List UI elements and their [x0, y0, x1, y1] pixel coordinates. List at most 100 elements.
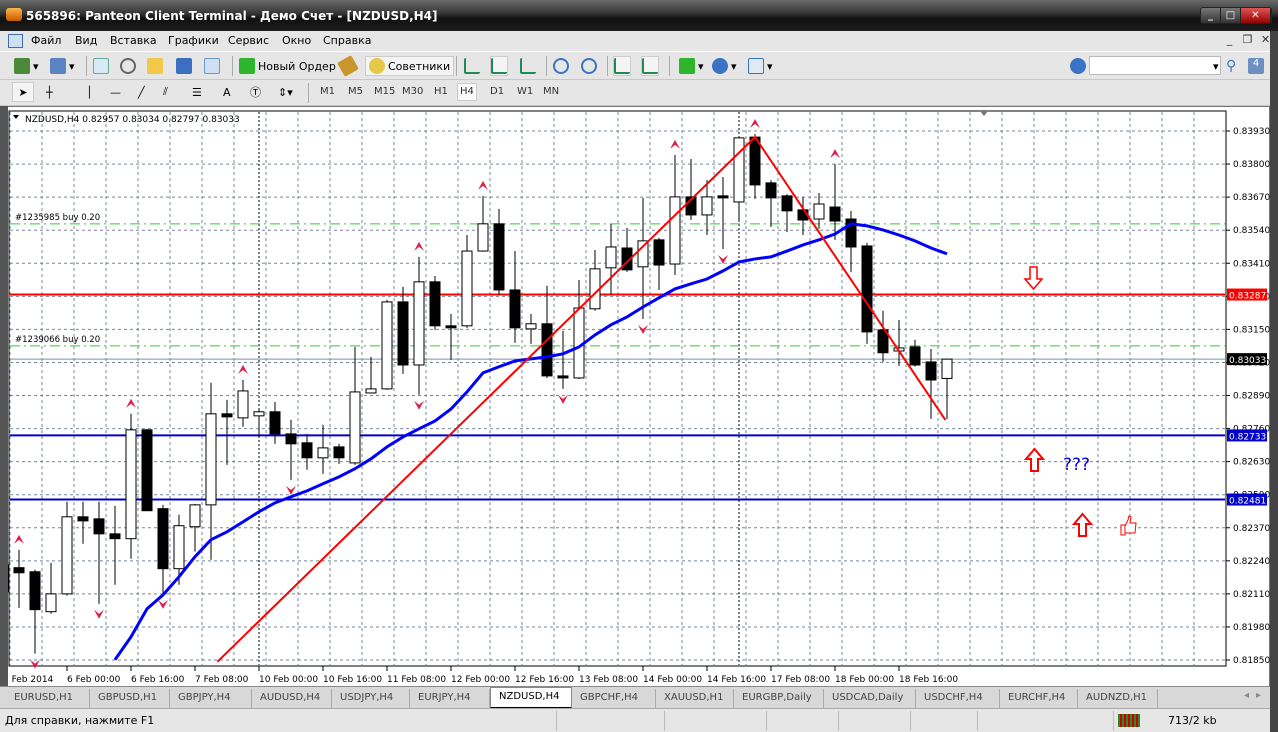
tab-eurusd-h1[interactable]: EURUSD,H1 [6, 689, 90, 708]
time-label: 10 Feb 00:00 [259, 675, 318, 685]
tab-xauusd-h1[interactable]: XAUUSD,H1 [656, 689, 734, 708]
tab-eurjpy-h4[interactable]: EURJPY,H4 [410, 689, 490, 708]
status-help-text: Для справки, нажмите F1 [5, 714, 155, 727]
horizontal-line-tool[interactable]: — [110, 82, 121, 102]
timeframe-m1[interactable]: M1 [320, 86, 335, 97]
close-button[interactable]: ✕ [1241, 8, 1271, 23]
menu-view[interactable]: Вид [75, 34, 97, 47]
time-label: 6 Feb 00:00 [67, 675, 121, 685]
candle-bearish [77, 516, 89, 522]
tab-usdcad-daily[interactable]: USDCAD,Daily [824, 689, 916, 708]
current-price-label: 0.83033 [1229, 356, 1266, 366]
tab-audnzd-h1[interactable]: AUDNZD,H1 [1078, 689, 1158, 708]
terminal-button[interactable] [176, 56, 192, 76]
strategy-tester-button[interactable] [204, 56, 220, 76]
menu-insert[interactable]: Вставка [110, 34, 157, 47]
tab-gbpchf-h4[interactable]: GBPCHF,H4 [572, 689, 656, 708]
cursor-tool[interactable]: ➤ [12, 82, 34, 102]
candlestick-chart-button[interactable] [490, 56, 508, 76]
candle-bearish [109, 533, 121, 540]
timeframe-d1[interactable]: D1 [490, 86, 504, 97]
new-chart-button[interactable]: ▾ [14, 56, 39, 76]
new-order-button[interactable]: Новый Ордер [239, 56, 336, 76]
advisors-label: Советники [388, 59, 451, 73]
tab-usdchf-h4[interactable]: USDCHF,H4 [916, 689, 1000, 708]
tab-audusd-h4[interactable]: AUDUSD,H4 [252, 689, 332, 708]
price-tick-label: 0.81980 [1233, 623, 1270, 633]
timeframe-m30[interactable]: M30 [402, 86, 423, 97]
mdi-restore-button[interactable]: ❐ [1240, 33, 1255, 48]
candle-bullish [381, 301, 393, 390]
tab-nzdusd-h4[interactable]: NZDUSD,H4 [490, 687, 572, 709]
menu-window[interactable]: Окно [282, 34, 311, 47]
auto-scroll-button[interactable] [613, 56, 631, 76]
periods-button[interactable]: ▾ [712, 56, 737, 76]
trendline-tool[interactable]: ╱ [138, 82, 145, 102]
window-title: 565896: Panteon Client Terminal - Демо С… [26, 9, 438, 23]
price-tick-label: 0.83930 [1233, 127, 1270, 137]
metaeditor-button[interactable] [337, 55, 359, 77]
candle-bullish [477, 223, 489, 252]
crosshair-tool[interactable]: ┼ [46, 82, 53, 102]
mdi-minimize-button[interactable]: _ [1222, 33, 1237, 48]
text-label-tool[interactable]: Ⓣ [250, 82, 261, 102]
search-dropdown[interactable]: ▾ [1213, 56, 1219, 76]
menu-charts[interactable]: Графики [168, 34, 219, 47]
zoom-out-button[interactable] [581, 56, 597, 76]
menu-file[interactable]: Файл [31, 34, 61, 47]
annotation-question-marks: ??? [1063, 455, 1090, 475]
tab-gbpjpy-h4[interactable]: GBPJPY,H4 [170, 689, 252, 708]
expert-advisors-button[interactable]: Советники [365, 56, 455, 76]
minimize-button[interactable]: _ [1201, 8, 1221, 23]
chart-window[interactable]: #1235985 buy 0.20 #1239066 buy 0.20 0.8393… [0, 106, 1270, 687]
arrows-tool[interactable]: ⇕▾ [278, 82, 293, 102]
text-label-icon: Ⓣ [250, 86, 261, 99]
timeframe-w1[interactable]: W1 [517, 86, 533, 97]
market-watch-button[interactable] [93, 56, 109, 76]
search-button[interactable]: ⚲ [1226, 56, 1236, 76]
chart-shift-button[interactable] [641, 56, 659, 76]
navigator-button[interactable] [147, 56, 163, 76]
candle-bullish [253, 411, 265, 417]
timeframe-h1[interactable]: H1 [434, 86, 448, 97]
tab-scroll-right[interactable]: ▸ [1256, 690, 1261, 701]
text-tool[interactable]: A [223, 82, 231, 102]
timeframe-mn[interactable]: MN [543, 86, 559, 97]
connection-status-icon[interactable] [1118, 714, 1140, 727]
timeframe-h4[interactable]: H4 [457, 83, 477, 101]
zoom-in-button[interactable] [553, 56, 569, 76]
equidistant-channel-tool[interactable]: ⫽ [163, 82, 168, 102]
chart-document-icon[interactable] [8, 34, 23, 48]
line-chart-button[interactable] [520, 56, 536, 76]
candle-bullish [813, 203, 825, 220]
timeframe-m5[interactable]: M5 [348, 86, 363, 97]
tab-eurgbp-daily[interactable]: EURGBP,Daily [734, 689, 824, 708]
fibonacci-tool[interactable]: ☰ [192, 82, 202, 102]
candle-bearish [717, 195, 729, 199]
vertical-line-tool[interactable]: │ [86, 82, 93, 102]
indicators-button[interactable]: ▾ [679, 56, 704, 76]
settings-button[interactable] [1070, 56, 1086, 76]
tab-eurchf-h4[interactable]: EURCHF,H4 [1000, 689, 1078, 708]
new-chart-icon [14, 58, 30, 74]
tab-gbpusd-h1[interactable]: GBPUSD,H1 [90, 689, 170, 708]
menu-help[interactable]: Справка [323, 34, 371, 47]
bar-chart-button[interactable] [464, 56, 480, 76]
profiles-button[interactable]: ▾ [50, 56, 75, 76]
template-icon [748, 58, 764, 74]
menu-tools[interactable]: Сервис [228, 34, 269, 47]
candle-bearish [781, 195, 793, 212]
templates-button[interactable]: ▾ [748, 56, 773, 76]
clock-icon [712, 58, 728, 74]
candle-bearish [749, 136, 761, 186]
price-chart[interactable]: #1235985 buy 0.20 #1239066 buy 0.20 0.8393… [1, 107, 1271, 688]
timeframe-m15[interactable]: M15 [374, 86, 395, 97]
messages-button[interactable]: 4 [1248, 56, 1264, 76]
tab-scroll-left[interactable]: ◂ [1244, 690, 1249, 701]
search-input[interactable] [1089, 56, 1221, 75]
data-window-button[interactable] [120, 56, 136, 76]
tab-usdjpy-h4[interactable]: USDJPY,H4 [332, 689, 410, 708]
maximize-button[interactable]: □ [1221, 8, 1241, 23]
candle-bullish [637, 240, 649, 268]
candle-bullish [605, 246, 617, 269]
